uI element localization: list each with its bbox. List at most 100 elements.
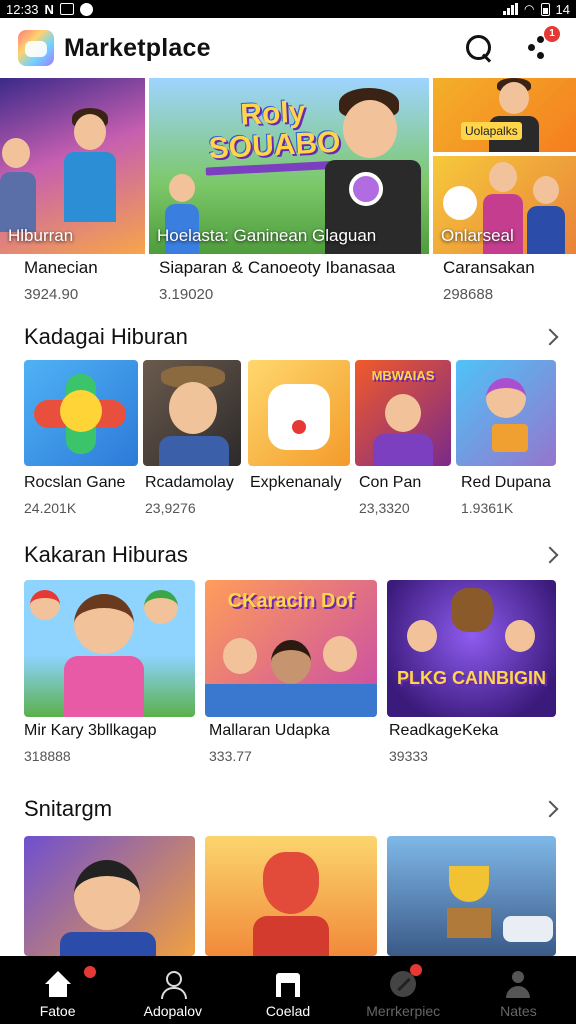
item-count: 298688 xyxy=(443,286,494,303)
face-art xyxy=(385,394,421,432)
card-caption: Con Pan 23,3320 xyxy=(359,474,421,516)
section-header[interactable]: Kakaran Hiburas xyxy=(24,540,559,570)
item-count: 3.19020 xyxy=(159,286,214,303)
more-options-icon[interactable]: 1 xyxy=(528,26,560,60)
featured-banner: Hlburran Roly SOUABO Hoelasta: Ganinean … xyxy=(0,78,576,254)
item-title: ReadkageKeka xyxy=(389,722,499,739)
game-card[interactable] xyxy=(456,360,556,466)
item-title: Red Dupana xyxy=(461,474,551,491)
box-art xyxy=(447,908,491,938)
game-card[interactable] xyxy=(387,836,556,956)
item-title: Rocslan Gane xyxy=(24,474,126,491)
section-header[interactable]: Snitargm xyxy=(24,794,559,824)
featured-caption[interactable]: Siaparan & Canoeoty Ibanasaa 3.19020 xyxy=(159,254,395,303)
item-count: 24.201K xyxy=(24,500,77,516)
nav-label: Fatoe xyxy=(39,1003,76,1019)
item-title: Mir Kary 3bllkagap xyxy=(24,722,157,739)
face-art xyxy=(323,636,357,672)
item-count: 3924.90 xyxy=(24,286,79,303)
trophy-art xyxy=(449,866,489,902)
mascot-illustration xyxy=(443,186,477,220)
game-card[interactable]: PLKG CAINBIGIN xyxy=(387,580,556,717)
item-count: 23,9276 xyxy=(145,500,196,516)
notification-icon xyxy=(59,3,74,15)
game-card[interactable]: MBWAIAS xyxy=(355,360,451,466)
body-art xyxy=(64,656,144,717)
section-title: Kakaran Hiburas xyxy=(24,542,188,567)
card-caption: Red Dupana 1.9361K xyxy=(461,474,551,516)
card-caption: ReadkageKeka 39333 xyxy=(389,722,498,764)
game-card[interactable] xyxy=(205,836,377,956)
featured-tile[interactable]: Uolapalks xyxy=(433,78,576,152)
mascot-nose xyxy=(292,420,306,434)
chevron-right-icon[interactable] xyxy=(541,800,559,818)
app-logo-icon xyxy=(18,30,54,66)
chevron-right-icon[interactable] xyxy=(541,546,559,564)
featured-tile[interactable]: Roly SOUABO Hoelasta: Ganinean Glaguan xyxy=(149,78,429,254)
box-art xyxy=(492,424,528,452)
nav-label: Adopalov xyxy=(143,1003,202,1019)
profile-icon xyxy=(503,971,533,999)
body-art xyxy=(60,932,156,956)
featured-caption[interactable]: Caransakan 298688 xyxy=(443,254,535,303)
face-art xyxy=(271,640,311,684)
nav-item-store[interactable]: Coelad xyxy=(230,956,345,1024)
section-title: Snitargm xyxy=(24,796,113,821)
game-art-title: MBWAIAS xyxy=(371,368,435,383)
featured-tile[interactable]: Hlburran xyxy=(0,78,145,254)
face-art xyxy=(505,620,535,652)
nav-item-home[interactable]: Fatoe xyxy=(0,956,115,1024)
game-art-title: CKaracin Dof xyxy=(227,590,355,612)
page-title: Marketplace xyxy=(64,33,211,62)
card-caption: Rocslan Gane 24.201K xyxy=(24,474,125,516)
fox-art xyxy=(263,852,319,914)
tile-label: Hoelasta: Ganinean Glaguan xyxy=(157,226,377,245)
nav-item-marketplace[interactable]: Merrkerpiec xyxy=(346,956,461,1024)
face-art xyxy=(486,378,526,418)
nav-item-account[interactable]: Adopalov xyxy=(115,956,230,1024)
game-art-title: PLKG CAINBIGIN xyxy=(396,668,546,688)
item-title: Mallaran Udapka xyxy=(209,722,330,739)
face-art xyxy=(223,638,257,674)
item-title: Manecian xyxy=(24,258,98,277)
featured-tile[interactable]: Onlarseal xyxy=(433,156,576,254)
car-art xyxy=(503,916,553,942)
card-caption: Rcadamolay 23,9276 xyxy=(145,474,234,516)
game-card[interactable] xyxy=(24,360,138,466)
nav-label: Coelad xyxy=(265,1003,311,1019)
signal-icon xyxy=(503,3,519,15)
item-title: Expkenanaly xyxy=(250,474,342,491)
featured-captions: Manecian 3924.90 Siaparan & Canoeoty Iba… xyxy=(0,254,576,318)
nav-badge xyxy=(84,966,96,978)
game-card[interactable] xyxy=(143,360,241,466)
face-art xyxy=(74,860,140,930)
chevron-right-icon[interactable] xyxy=(541,328,559,346)
nav-label: Merrkerpiec xyxy=(366,1003,441,1019)
battery-level: 14 xyxy=(555,1,570,17)
home-icon xyxy=(43,971,73,999)
search-icon[interactable] xyxy=(464,33,494,63)
section-header[interactable]: Kadagai Hiburan xyxy=(24,322,559,352)
item-count: 39333 xyxy=(389,748,428,764)
featured-caption[interactable]: Manecian 3924.90 xyxy=(24,254,98,303)
game-card[interactable] xyxy=(248,360,350,466)
nav-label: Nates xyxy=(500,1003,537,1019)
crowd-art xyxy=(205,684,377,717)
nav-badge xyxy=(409,964,422,976)
app-bar: Marketplace 1 xyxy=(0,18,576,78)
card-caption: Mallaran Udapka 333.77 xyxy=(209,722,330,764)
store-icon xyxy=(273,971,303,999)
game-card[interactable]: CKaracin Dof xyxy=(205,580,377,717)
game-art xyxy=(60,390,102,432)
nav-item-profile[interactable]: Nates xyxy=(461,956,576,1024)
notification-badge: 1 xyxy=(544,26,560,42)
user-icon xyxy=(158,971,188,999)
body-art xyxy=(159,436,229,466)
card-caption: Expkenanaly xyxy=(250,474,342,500)
item-title: Siaparan & Canoeoty Ibanasaa xyxy=(159,258,396,277)
game-card[interactable] xyxy=(24,836,195,956)
face-art xyxy=(30,590,60,620)
game-card[interactable] xyxy=(24,580,195,717)
face-art xyxy=(74,594,134,654)
status-time: 12:33 xyxy=(6,1,39,17)
